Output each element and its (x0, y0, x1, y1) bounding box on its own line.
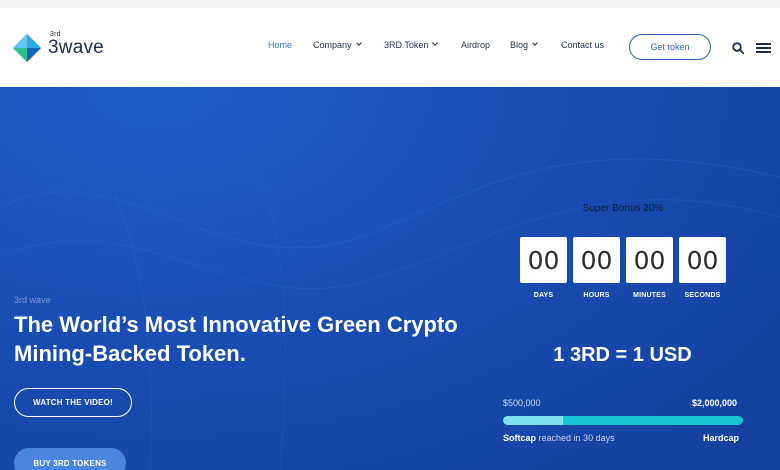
nav-label: Contact us (561, 40, 605, 50)
softcap-caption: Softcap reached in 30 days (503, 433, 615, 443)
nav-label: Company (313, 40, 352, 50)
bonus-heading: Super Bonus 20% (582, 203, 664, 214)
countdown-hours-label: HOURS (583, 292, 610, 299)
nav-item-blog[interactable]: Blog (510, 40, 538, 50)
nav-item-airdrop[interactable]: Airdrop (461, 40, 490, 50)
countdown-seconds-label: SECONDS (684, 292, 721, 299)
logo-text: 3rd 3wave (48, 31, 104, 59)
site-header: 3rd 3wave Home Company 3RD Token Airdrop… (0, 8, 780, 87)
softcap-value: $500,000 (503, 398, 541, 408)
nav-label: Airdrop (461, 40, 491, 50)
softcap-note: reached in 30 days (538, 433, 615, 443)
brand-name: 3wave (48, 37, 104, 58)
nav-label: Home (268, 40, 293, 50)
sale-progress-bar (503, 416, 743, 425)
search-icon[interactable] (732, 41, 745, 55)
nav-item-3rd-token[interactable]: 3RD Token (384, 40, 439, 50)
logo-superscript: 3rd (50, 31, 61, 38)
hero-section: 3rd wave The World’s Most Innovative Gre… (0, 87, 780, 470)
nav-label: 3RD Token (384, 40, 429, 50)
sale-progress-fill (503, 416, 563, 425)
countdown-seconds-value: 00 (679, 237, 726, 283)
top-strip (0, 0, 780, 8)
get-token-button[interactable]: Get token (629, 34, 711, 60)
nav-label: Blog (510, 40, 529, 50)
hamburger-menu-icon[interactable] (756, 43, 771, 53)
countdown-minutes-value: 00 (626, 237, 673, 283)
countdown-hours-value: 00 (573, 237, 620, 283)
hero-subtitle: 3rd wave (14, 295, 51, 305)
buy-tokens-button[interactable]: BUY 3RD TOKENS (14, 448, 126, 470)
chevron-down-icon (432, 40, 439, 46)
logo-diamond-icon (12, 33, 42, 63)
nav-item-home[interactable]: Home (268, 40, 292, 50)
hero-title: The World’s Most Innovative Green Crypto… (14, 312, 458, 366)
chevron-down-icon (355, 40, 362, 46)
nav-item-contact-us[interactable]: Contact us (561, 40, 604, 50)
countdown-days-value: 00 (520, 237, 567, 283)
token-rate: 1 3RD = 1 USD (553, 344, 692, 366)
hardcap-label: Hardcap (703, 433, 740, 443)
hardcap-value: $2,000,000 (692, 398, 738, 408)
logo[interactable]: 3rd 3wave (12, 31, 104, 63)
chevron-down-icon (532, 40, 538, 46)
watch-video-button[interactable]: WATCH THE VIDEO! (14, 388, 132, 417)
nav-item-company[interactable]: Company (313, 40, 362, 50)
countdown-minutes-label: MINUTES (633, 292, 666, 299)
softcap-label: Softcap (503, 433, 537, 443)
countdown-days-label: DAYS (533, 292, 554, 299)
